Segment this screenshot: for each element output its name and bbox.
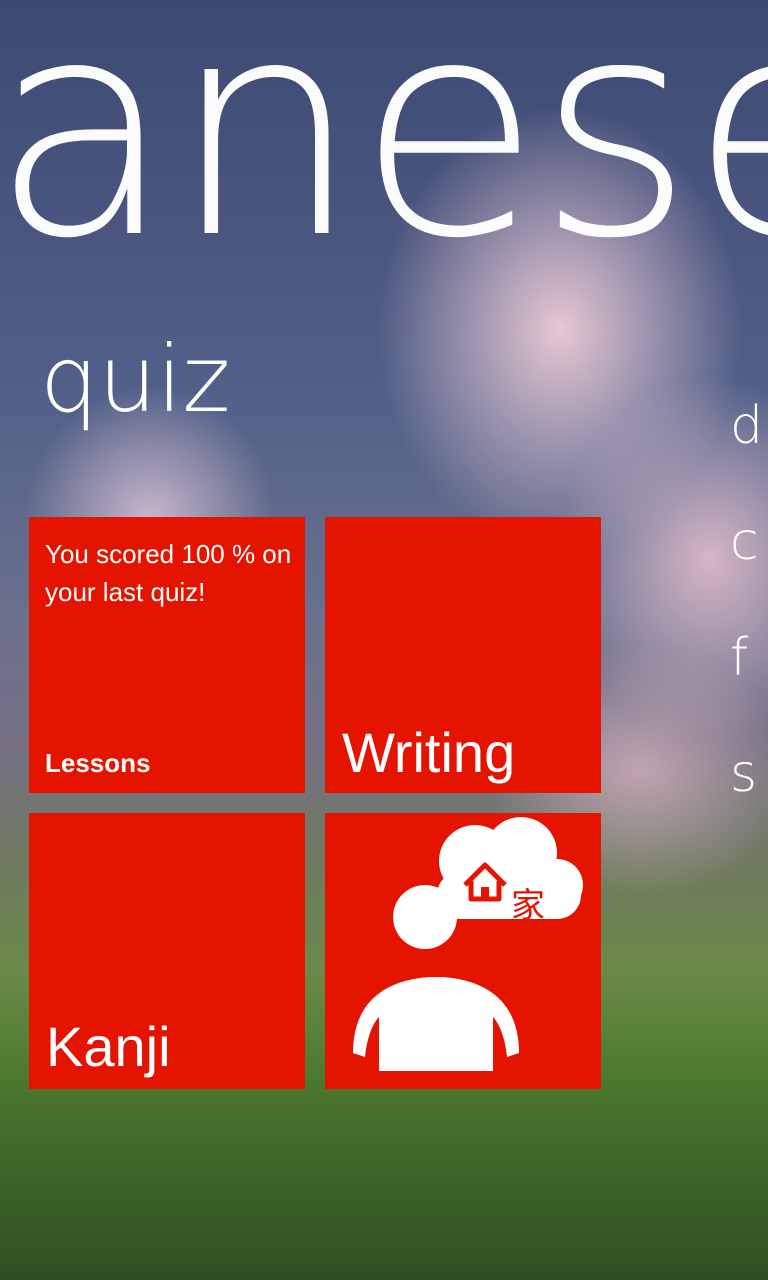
writing-tile[interactable]: Writing [325, 517, 601, 793]
kanji-label: Kanji [46, 1015, 171, 1078]
speaking-tile[interactable]: 家 [325, 813, 601, 1089]
kanji-ie-glyph: 家 [511, 886, 545, 926]
lessons-label: Lessons [45, 748, 151, 778]
person-icon [353, 977, 519, 1071]
hub-screen: Japanese hub quiz d c f s You scored 100… [0, 0, 768, 1280]
next-pane-item[interactable]: s [730, 748, 763, 864]
next-pane-peek[interactable]: d c f s [730, 400, 763, 864]
person-thinking-home-icon: 家 [353, 817, 583, 1071]
next-pane-item[interactable]: d [730, 400, 763, 516]
section-title: quiz [40, 326, 231, 433]
writing-label: Writing [342, 721, 516, 784]
last-quiz-score-notice: You scored 100 % on your last quiz! [45, 539, 292, 607]
lessons-tile[interactable]: You scored 100 % on your last quiz! Less… [29, 517, 305, 793]
next-pane-item[interactable]: c [730, 516, 763, 632]
hub-title-text: Japanese hub [0, 0, 768, 304]
hub-title: Japanese hub [0, 0, 768, 280]
next-pane-item[interactable]: f [730, 632, 763, 748]
kanji-tile[interactable]: Kanji [29, 813, 305, 1089]
thought-cloud-icon [393, 817, 583, 949]
